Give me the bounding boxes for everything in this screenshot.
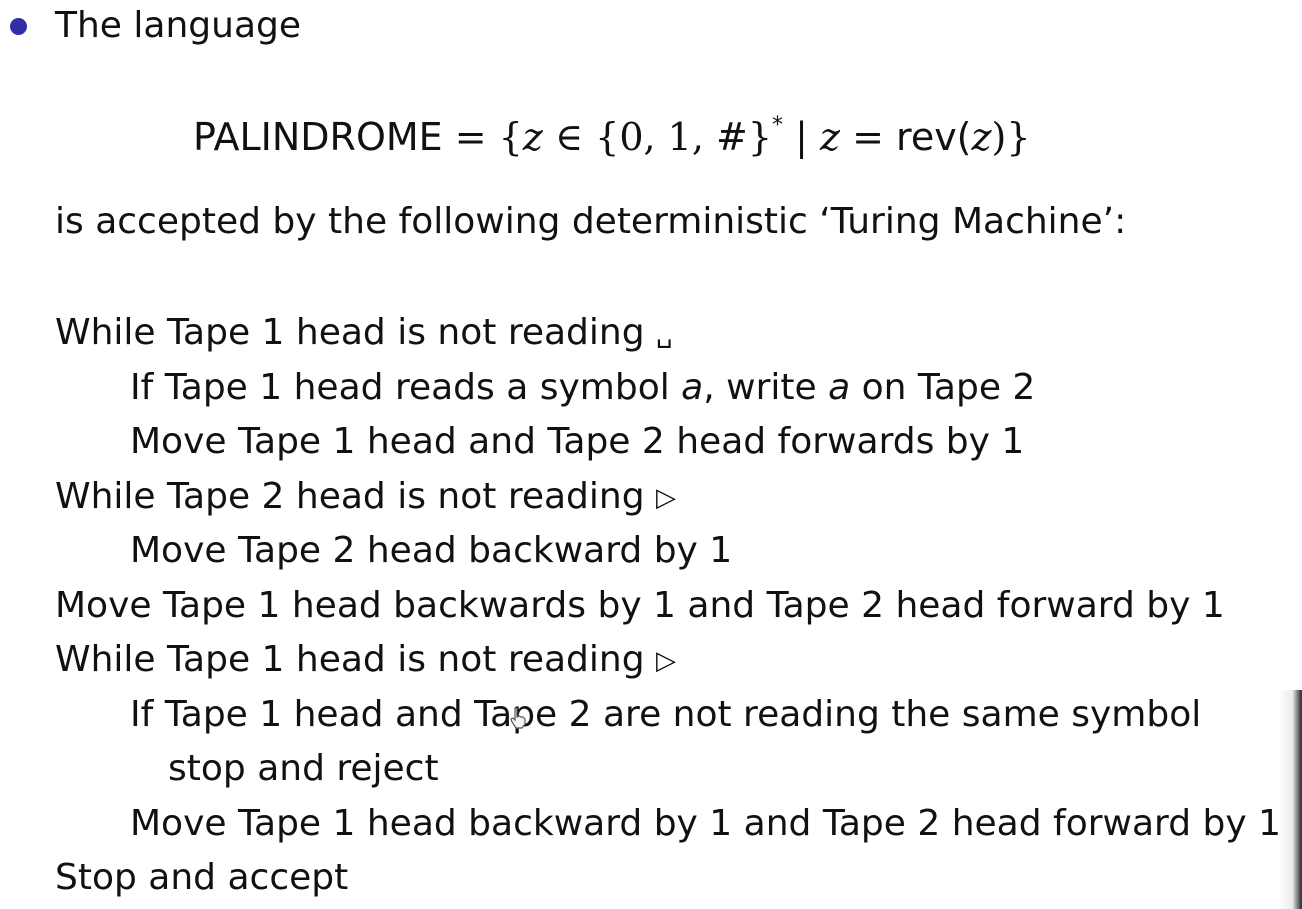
- formula-var2: z: [820, 115, 841, 159]
- algo-line-7-text: While Tape 1 head is not reading: [55, 639, 656, 680]
- formula-name: PALINDROME: [193, 115, 443, 159]
- left-end-marker-icon: ▷: [656, 482, 676, 513]
- formula-star: *: [772, 113, 784, 138]
- algo-line-8: If Tape 1 head and Tape 2 are not readin…: [130, 693, 1202, 735]
- formula-rev: rev(: [896, 115, 972, 159]
- formula-in: ∈ {0, 1, #}: [542, 115, 773, 159]
- left-end-marker-icon: ▷: [656, 646, 676, 676]
- blank-symbol-icon: ␣: [656, 319, 673, 349]
- hand-cursor-icon: [509, 707, 527, 729]
- algo-line-2-var2: a: [828, 366, 851, 408]
- formula-close: )}: [991, 115, 1031, 159]
- formula-var3: z: [971, 115, 992, 159]
- formula-eq1: = {: [442, 115, 523, 159]
- algorithm-block: While Tape 1 head is not reading ␣ If Ta…: [55, 306, 1295, 906]
- algo-line-5: Move Tape 2 head backward by 1: [130, 530, 733, 571]
- algo-line-3: Move Tape 1 head and Tape 2 head forward…: [130, 421, 1025, 462]
- algo-line-10: Move Tape 1 head backward by 1 and Tape …: [130, 802, 1281, 844]
- window-edge: [1278, 690, 1302, 909]
- bullet-icon: [10, 18, 27, 35]
- algo-line-1-text: While Tape 1 head is not reading: [55, 312, 656, 353]
- algo-line-4: While Tape 2 head is not reading ▷: [55, 470, 1295, 525]
- algo-line-2-c: on Tape 2: [850, 366, 1036, 408]
- algo-line-4-text: While Tape 2 head is not reading: [55, 475, 656, 517]
- algo-line-2: If Tape 1 head reads a symbol a, write a…: [55, 361, 1295, 416]
- algo-line-11: Stop and accept: [55, 857, 349, 898]
- algo-line-2-var1: a: [681, 366, 704, 408]
- accepted-text: is accepted by the following determinist…: [55, 201, 1127, 242]
- slide: The language PALINDROME = {z ∈ {0, 1, #}…: [0, 0, 1302, 909]
- algo-line-1: While Tape 1 head is not reading ␣: [55, 306, 1295, 361]
- formula-bar: |: [783, 115, 820, 159]
- hand-cursor-icon-svg: [510, 707, 526, 729]
- algo-line-7: While Tape 1 head is not reading ▷: [55, 633, 1295, 688]
- formula-var1: z: [522, 115, 543, 159]
- algo-line-2-a: If Tape 1 head reads a symbol: [130, 366, 682, 408]
- algo-line-9: stop and reject: [168, 748, 439, 789]
- formula-eq2: =: [840, 115, 897, 159]
- algo-line-6: Move Tape 1 head backwards by 1 and Tape…: [55, 584, 1225, 626]
- intro-text: The language: [55, 5, 302, 46]
- palindrome-formula: PALINDROME = {z ∈ {0, 1, #}* | z = rev(z…: [193, 98, 1031, 165]
- algo-line-2-b: , write: [703, 366, 829, 408]
